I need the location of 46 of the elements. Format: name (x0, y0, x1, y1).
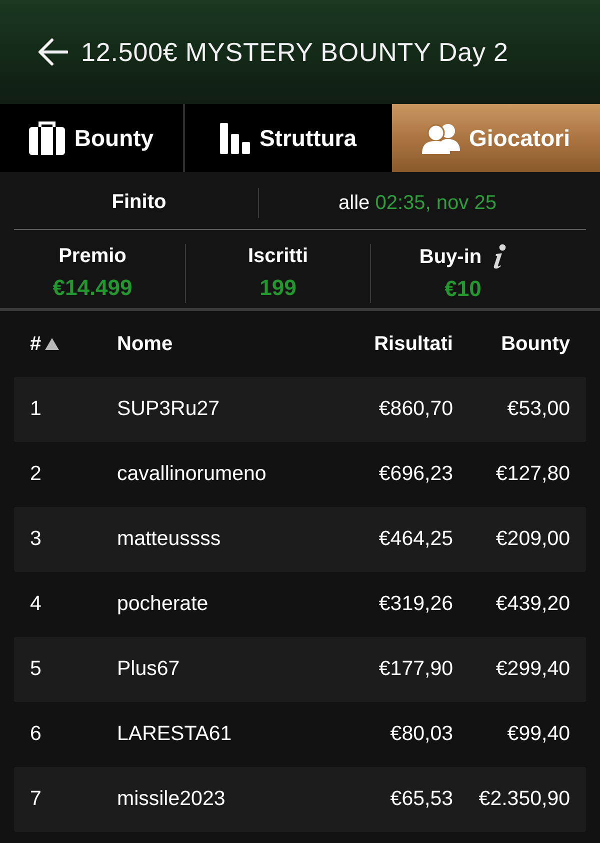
back-arrow-icon[interactable] (38, 38, 68, 66)
table-cell-text: 3 (30, 526, 42, 552)
table-cell-text: €319,26 (378, 591, 453, 618)
stat-label: Iscritti (248, 244, 308, 268)
table-cell-text: €127,80 (496, 461, 570, 488)
column-header[interactable]: Risultati (374, 329, 453, 359)
finish-time: alle 02:35, nov 25 (338, 191, 496, 216)
stat-value: 199 (260, 274, 296, 302)
table-cell-text: €65,53 (390, 786, 453, 812)
table-cell-text: Plus67 (117, 656, 180, 682)
table-cell-text: €696,23 (378, 461, 453, 488)
stat-value: €14.499 (52, 274, 132, 302)
table-cell-text: €2.350,90 (478, 786, 570, 812)
bar-chart-icon (220, 122, 250, 154)
table-cell-text: 5 (30, 656, 42, 682)
table-cell-text: 2 (30, 461, 42, 488)
table-cell-text: pocherate (117, 591, 208, 618)
table-cell-text: €209,00 (496, 526, 570, 552)
stat-value: €10 (444, 275, 482, 303)
stat-label: Buy-in (419, 244, 482, 268)
table-cell-text: €860,70 (378, 396, 453, 422)
table-cell-text: €299,40 (496, 656, 570, 682)
table-cell-text: 7 (30, 786, 42, 812)
table-cell-text: 1 (30, 396, 42, 422)
column-header[interactable]: Bounty (501, 329, 570, 359)
table-cell-text: cavallinorumeno (117, 461, 266, 488)
status-text: Finito (112, 190, 166, 215)
stat-label: Premio (58, 244, 126, 268)
table-cell-text: €177,90 (378, 656, 453, 682)
table-cell-text: €99,40 (507, 721, 570, 748)
table-cell-text: 6 (30, 721, 42, 748)
table-cell-text: matteussss (117, 526, 221, 552)
table-cell-text: 4 (30, 591, 42, 618)
table-cell-text: missile2023 (117, 786, 226, 812)
table-cell-text: €80,03 (390, 721, 453, 748)
table-cell-text: €53,00 (507, 396, 570, 422)
page-title: 12.500€ MYSTERY BOUNTY Day 2 (81, 36, 508, 68)
table-cell-text: €464,25 (378, 526, 453, 552)
column-header[interactable]: # (30, 329, 60, 359)
tab[interactable]: Giocatori (392, 104, 600, 172)
table-cell-text: €439,20 (496, 591, 570, 618)
column-header[interactable]: Nome (117, 329, 173, 359)
people-icon (422, 122, 460, 154)
table-cell-text: LARESTA61 (117, 721, 232, 748)
table-cell-text: SUP3Ru27 (117, 396, 220, 422)
briefcase-icon (29, 121, 66, 155)
